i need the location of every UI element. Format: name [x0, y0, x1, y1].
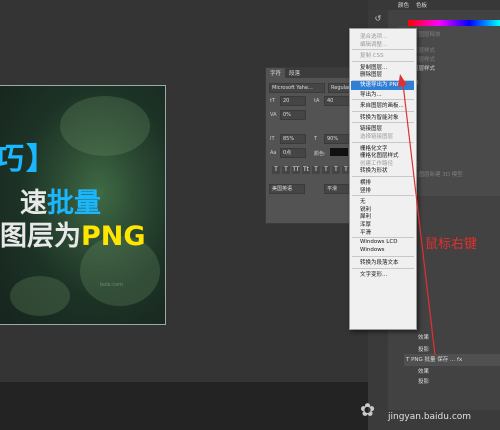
watermark-text: jingyan.baidu.com [388, 412, 472, 422]
character-panel[interactable]: 字符 段落 Microsoft Yahe... Regular tT 20 tA… [265, 67, 357, 224]
tab-character[interactable]: 字符 [266, 68, 286, 78]
menu-item[interactable]: Windows LCD [360, 239, 397, 245]
menu-item[interactable]: 平滑 [360, 228, 371, 236]
tab-color[interactable]: 颜色 [398, 1, 409, 9]
subscript-button[interactable]: T [322, 166, 330, 174]
tab-swatches[interactable]: 色板 [416, 1, 427, 9]
menu-item[interactable]: 文字变形... [360, 270, 387, 278]
all-caps-button[interactable]: TT [292, 166, 300, 174]
font-size-field[interactable]: 20 [280, 96, 306, 106]
faux-italic-button[interactable]: T [282, 166, 290, 174]
color-label: 颜色: [314, 151, 326, 157]
menu-item[interactable]: 转换为智能对象 [360, 113, 399, 121]
artwork: 巧】 速批量 图层为PNG bole.com [0, 85, 166, 325]
menu-item[interactable]: 竖排 [360, 186, 371, 194]
menu-separator [352, 60, 414, 62]
language-select[interactable]: 美国英语 [269, 184, 305, 194]
history-icon[interactable]: ↺ [373, 14, 383, 24]
underline-button[interactable]: T [332, 166, 340, 174]
menu-item[interactable]: 导出为... [360, 90, 382, 98]
title-line-3-plain: 图层为 [0, 221, 81, 252]
annotation-arrow [398, 74, 436, 356]
menu-item[interactable]: Windows [360, 247, 385, 253]
menu-item: 复制 CSS [360, 53, 384, 60]
superscript-button[interactable]: T [312, 166, 320, 174]
font-size-icon: tT [270, 98, 276, 104]
title-line-3-highlight: PNG [81, 221, 146, 252]
baidu-logo-icon: ✿ [360, 400, 376, 421]
title-line-3: 图层为PNG [0, 214, 146, 253]
menu-item[interactable]: 转换为形状 [360, 166, 388, 174]
font-family-select[interactable]: Microsoft Yahe... [269, 83, 325, 93]
vertical-scale-field[interactable]: 85% [280, 134, 306, 144]
layer-row[interactable]: 投影 [404, 376, 500, 388]
artwork-watermark: bole.com [100, 282, 123, 288]
small-caps-button[interactable]: Tt [302, 166, 310, 174]
menu-item: 编辑调整... [360, 41, 388, 48]
vertical-scale-icon: IT [270, 136, 275, 142]
baseline-icon: Aa [270, 150, 277, 156]
baseline-field[interactable]: 0点 [280, 148, 306, 158]
menu-separator [352, 49, 414, 51]
color-swatch[interactable] [330, 148, 348, 156]
timeline-area [0, 382, 375, 430]
leading-icon: tA [314, 98, 320, 104]
menu-item: 选择链接图层 [360, 134, 394, 140]
tab-paragraph[interactable]: 段落 [285, 68, 304, 78]
annotation-label: 鼠标右键 [425, 237, 478, 252]
horizontal-scale-icon: T [314, 136, 318, 142]
right-panel-tabbar: 颜色 色板 [368, 0, 500, 10]
tracking-icon: VA [270, 112, 277, 118]
menu-item[interactable]: 删除图层 [360, 70, 382, 78]
tracking-field[interactable]: 0% [280, 110, 306, 120]
menu-item[interactable]: 转换为段落文本 [360, 258, 399, 266]
faux-bold-button[interactable]: T [272, 166, 280, 174]
title-line-1: 巧】 [0, 142, 58, 177]
